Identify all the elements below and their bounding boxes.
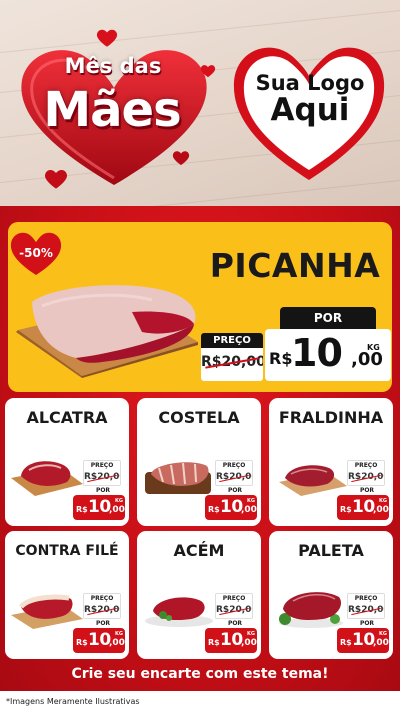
flyer: Mês das Mães Sua Logo Aqui -50% PICANHA … (0, 0, 400, 711)
por-label: POR (95, 620, 111, 627)
product-card-acem: ACÉM PREÇO R$20,00 POR R$ 10 ,00 KG (137, 531, 261, 659)
product-card-fraldinha: FRALDINHA PREÇO R$20,00 POR R$ 10 ,00 KG (269, 398, 393, 526)
price-decimal: ,00 (351, 349, 383, 370)
por-label: POR (95, 487, 111, 494)
product-price: R$ 10 ,00 KG (73, 495, 125, 520)
old-price-box: PREÇO R$20,00 (83, 593, 121, 619)
product-price: R$ 10 ,00 KG (337, 628, 389, 653)
hero-product-name: PICANHA (209, 246, 381, 285)
title-small: Mês das (64, 54, 162, 78)
hero-price: R$ 10 ,00 KG (269, 331, 387, 375)
logo-line1: Sua Logo (255, 71, 365, 95)
por-label: POR (359, 620, 375, 627)
old-price-box: PREÇO R$20,00 (215, 460, 253, 486)
heart-icon (172, 151, 190, 166)
product-name: PALETA (298, 541, 364, 560)
product-name: ALCATRA (26, 408, 108, 427)
por-label: POR (280, 307, 376, 329)
por-label: POR (227, 620, 243, 627)
heart-icon (44, 169, 68, 189)
product-name: CONTRA FILÉ (15, 543, 119, 559)
product-card-contra-file: CONTRA FILÉ PREÇO R$20,00 POR R$ 10 ,00 … (5, 531, 129, 659)
old-price-box: PREÇO R$20,00 (347, 593, 385, 619)
heart-icon (96, 29, 118, 47)
old-price-box: PREÇO R$20,00 (215, 593, 253, 619)
product-price: R$ 10 ,00 KG (337, 495, 389, 520)
cta-text: Crie seu encarte com este tema! (71, 666, 329, 682)
logo-line2: Aqui (270, 92, 350, 129)
alcatra-image (11, 461, 83, 496)
contra-file-image (11, 594, 83, 629)
preco-label: PREÇO (201, 333, 263, 348)
heart-icon (200, 65, 216, 78)
price-integer: 10 (291, 331, 343, 375)
product-name: FRALDINHA (278, 408, 384, 427)
picanha-image (16, 285, 198, 378)
old-price-box: PREÇO R$20,00 (201, 333, 263, 381)
price-currency: R$ (269, 349, 293, 368)
por-label: POR (359, 487, 375, 494)
old-price-box: PREÇO R$20,00 (83, 460, 121, 486)
product-name: COSTELA (158, 408, 240, 427)
discount-badge: -50% (19, 246, 53, 260)
product-price: R$ 10 ,00 KG (205, 628, 257, 653)
price-unit: KG (367, 343, 380, 352)
product-card-alcatra: ALCATRA PREÇO R$20,00 POR R$ 10 ,00 KG (5, 398, 129, 526)
hero-price-box: R$ 10 ,00 KG (265, 329, 391, 381)
paleta-image (279, 592, 343, 628)
product-price: R$ 10 ,00 KG (73, 628, 125, 653)
product-price: R$ 10 ,00 KG (205, 495, 257, 520)
product-card-costela: COSTELA PREÇO R$20,00 POR R$ 10 ,00 KG (137, 398, 261, 526)
old-price-box: PREÇO R$20,00 (347, 460, 385, 486)
title-big: Mães (43, 82, 181, 138)
acem-image (145, 597, 213, 627)
product-name: ACÉM (173, 541, 225, 560)
fraldinha-image (279, 465, 347, 496)
logo-placeholder: Sua Logo Aqui (238, 72, 382, 127)
disclaimer-text: *Imagens Meramente Ilustrativas (6, 697, 140, 706)
por-label: POR (227, 487, 243, 494)
old-price: R$20,00 (201, 354, 263, 370)
costela-image (145, 462, 211, 494)
product-card-paleta: PALETA PREÇO R$20,00 POR R$ 10 ,00 KG (269, 531, 393, 659)
